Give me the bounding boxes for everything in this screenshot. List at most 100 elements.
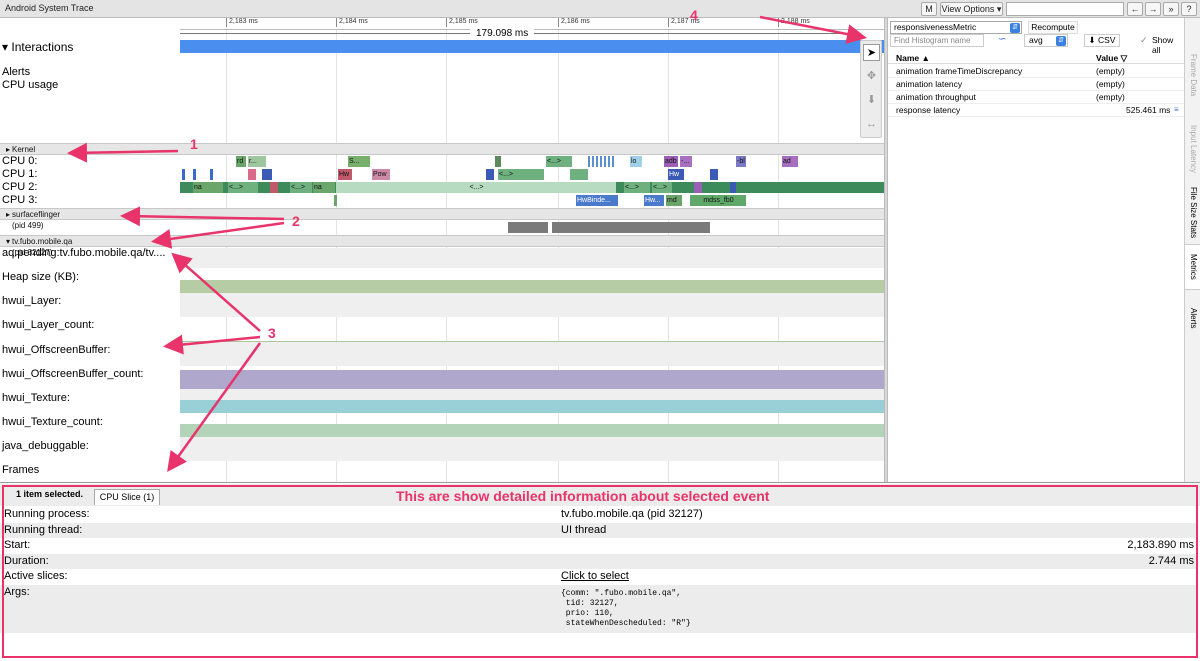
offscreen-buffer-count-fill[interactable] (180, 370, 884, 389)
tab-metrics[interactable]: Metrics (1185, 244, 1200, 290)
ruler-tick (668, 18, 669, 27)
help-button[interactable]: ? (1181, 2, 1197, 16)
detail-key: Start: (4, 539, 31, 551)
cpu-3-label: CPU 3: (2, 194, 38, 206)
cpu-slice[interactable]: adb (664, 156, 678, 167)
expand-button[interactable]: » (1163, 2, 1179, 16)
tool-strip: ➤ ✥ ⬇ ↔ (860, 40, 882, 138)
metric-select[interactable]: responsivenessMetric ⇵ (890, 21, 1022, 34)
cpu-slice[interactable] (710, 169, 718, 180)
cpu-slice[interactable]: <...> (290, 182, 312, 193)
tab-alerts[interactable]: Alerts (1185, 298, 1200, 338)
cpu-slice[interactable]: <...> (228, 182, 258, 193)
stat-select[interactable]: avg ⇵ (1024, 34, 1068, 47)
col-value-header[interactable]: Value ▽ (1096, 53, 1127, 64)
tab-cpu-slice[interactable]: CPU Slice (1) (94, 489, 160, 505)
process-header[interactable]: ▾ tv.fubo.mobile.qa (pid 32127) (0, 235, 884, 257)
cpu-slice[interactable] (210, 169, 213, 180)
ruler-tick (446, 18, 447, 27)
find-histogram-input[interactable]: Find Histogram name (890, 34, 984, 47)
view-options-button[interactable]: View Options ▾ (940, 2, 1003, 16)
cpu-slice[interactable] (248, 169, 256, 180)
ruler-tick (558, 18, 559, 27)
cpu-slice[interactable]: <...> (336, 182, 616, 193)
counter-lane (180, 248, 884, 268)
select-tool-pointer-icon[interactable]: ➤ (863, 44, 880, 61)
ruler-tick-label: 2,184 ms (339, 18, 368, 25)
cpu-slice[interactable]: md (666, 195, 682, 206)
cpu-slice[interactable]: na (193, 182, 223, 193)
cpu-slice[interactable] (262, 169, 272, 180)
heap-size-fill[interactable] (180, 280, 884, 293)
cpu-slice[interactable] (588, 156, 614, 167)
cpu-slice[interactable]: -bl (736, 156, 746, 167)
counter-label: Frames (2, 464, 40, 476)
show-all-checkbox[interactable]: ✓ (1140, 35, 1148, 46)
cpu-slice[interactable]: <...> (498, 169, 544, 180)
tab-frame-data[interactable]: Frame Data (1185, 40, 1200, 110)
tab-file-size-stats[interactable]: File Size Stats (1185, 176, 1200, 250)
cpu-slice[interactable]: <...> (652, 182, 672, 193)
cpu-slice[interactable] (730, 182, 736, 193)
chart-icon[interactable]: ∽ (998, 34, 1006, 45)
cpu-slice[interactable] (694, 182, 702, 193)
kernel-header[interactable]: ▸ Kernel (0, 143, 884, 155)
m-button[interactable]: M (921, 2, 937, 16)
texture-count-fill[interactable] (180, 424, 884, 437)
cpu-slice[interactable]: Hw (338, 169, 352, 180)
cpu-slice[interactable]: S... (348, 156, 370, 167)
cpu-slice[interactable] (334, 195, 337, 206)
surfaceflinger-slice[interactable] (508, 222, 548, 233)
cpu-slice[interactable]: r... (248, 156, 266, 167)
ruler-tick (778, 18, 779, 27)
recompute-button[interactable]: Recompute (1028, 21, 1078, 34)
cpu-slice[interactable] (486, 169, 494, 180)
cpu-slice[interactable] (270, 182, 278, 193)
pan-tool-icon[interactable]: ✥ (863, 68, 880, 85)
cpu-slice[interactable]: <...> (624, 182, 650, 193)
cpu-slice[interactable] (495, 156, 501, 167)
cpu-slice[interactable]: na (313, 182, 335, 193)
next-button[interactable]: → (1145, 2, 1161, 16)
metric-name: animation latency (896, 79, 963, 89)
interaction-bar[interactable] (180, 40, 884, 53)
cpu-slice[interactable]: lo (630, 156, 642, 167)
counter-label: hwui_Layer: (2, 295, 62, 307)
cpu-slice[interactable]: rd (236, 156, 246, 167)
cpu-slice[interactable]: Hw (668, 169, 684, 180)
cpu-usage-track-label: CPU usage (2, 79, 59, 91)
prev-button[interactable]: ← (1127, 2, 1143, 16)
metrics-row[interactable]: response latency 525.461 ms ≡ (888, 104, 1184, 117)
metric-value: (empty) (1096, 66, 1125, 76)
metrics-row[interactable]: animation throughput (empty) (888, 91, 1184, 104)
search-input[interactable] (1006, 2, 1124, 16)
histogram-icon[interactable]: ≡ (1174, 105, 1179, 114)
csv-button[interactable]: ⬇ CSV (1084, 34, 1120, 47)
texture-fill[interactable] (180, 400, 884, 413)
surfaceflinger-slice[interactable] (552, 222, 710, 233)
col-name-header[interactable]: Name ▲ (896, 53, 930, 63)
cpu-slice[interactable]: HwBinde... (576, 195, 618, 206)
cpu-slice[interactable]: mdss_fb0 (690, 195, 746, 206)
cpu-slice[interactable]: Hw... (644, 195, 664, 206)
cpu-slice[interactable] (182, 169, 185, 180)
cpu-slice[interactable]: Pow (372, 169, 390, 180)
cpu-slice[interactable]: ad (782, 156, 798, 167)
timing-tool-icon[interactable]: ↔ (863, 116, 880, 133)
annotation-number: 2 (292, 213, 300, 229)
surfaceflinger-header[interactable]: ▸ surfaceflinger (pid 499) (0, 208, 884, 230)
timeline-track-area[interactable]: 2,183 ms 2,184 ms 2,185 ms 2,186 ms 2,18… (0, 18, 884, 482)
ruler-tick-label: 2,183 ms (229, 18, 258, 25)
metrics-row[interactable]: animation latency (empty) (888, 78, 1184, 91)
cpu-slice[interactable]: <...> (546, 156, 572, 167)
zoom-tool-icon[interactable]: ⬇ (863, 92, 880, 109)
click-to-select-link[interactable]: Click to select (561, 569, 629, 585)
tab-input-latency[interactable]: Input Latency (1185, 114, 1200, 184)
alerts-track-label: Alerts (2, 66, 31, 78)
interactions-track-label[interactable]: ▾ Interactions (2, 40, 73, 54)
cpu-slice[interactable] (570, 169, 588, 180)
cpu-slice[interactable] (193, 169, 196, 180)
cpu-slice[interactable]: -... (680, 156, 692, 167)
metrics-row[interactable]: animation frameTimeDiscrepancy (empty) (888, 65, 1184, 78)
args-value: {comm: ".fubo.mobile.qa", tid: 32127, pr… (561, 588, 691, 628)
